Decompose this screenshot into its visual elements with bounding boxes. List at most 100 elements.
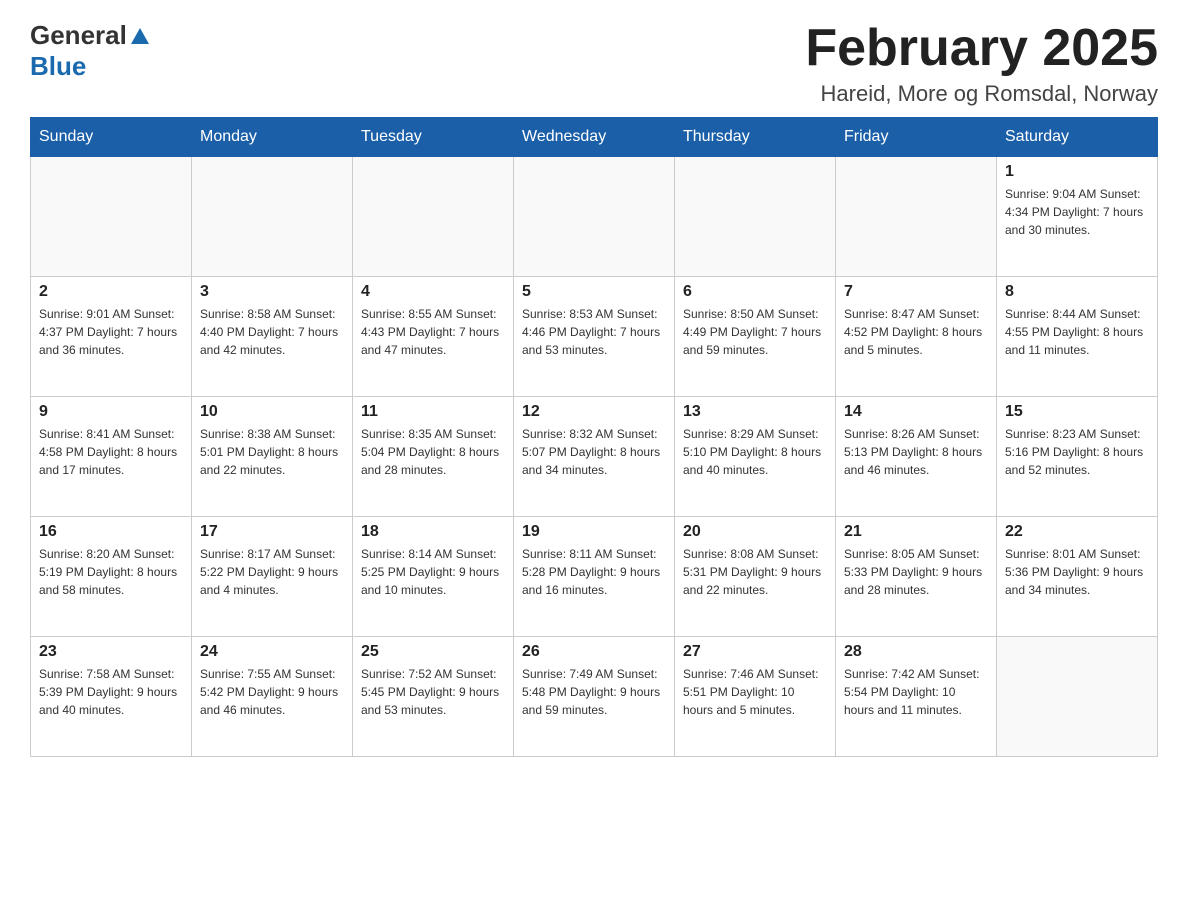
day-info: Sunrise: 7:52 AM Sunset: 5:45 PM Dayligh… (361, 665, 505, 719)
day-info: Sunrise: 8:01 AM Sunset: 5:36 PM Dayligh… (1005, 545, 1149, 599)
calendar-cell: 18 Sunrise: 8:14 AM Sunset: 5:25 PM Dayli… (353, 517, 514, 637)
calendar-cell: 5Sunrise: 8:53 AM Sunset: 4:46 PM Daylig… (514, 277, 675, 397)
calendar-cell: 17Sunrise: 8:17 AM Sunset: 5:22 PM Dayli… (192, 517, 353, 637)
day-number: 28 (844, 643, 988, 661)
calendar-table: SundayMondayTuesdayWednesdayThursdayFrid… (30, 117, 1158, 757)
day-info: Sunrise: 8:08 AM Sunset: 5:31 PM Dayligh… (683, 545, 827, 599)
calendar-cell (836, 157, 997, 277)
calendar-cell: 19 Sunrise: 8:11 AM Sunset: 5:28 PM Dayli… (514, 517, 675, 637)
day-info: Sunrise: 9:04 AM Sunset: 4:34 PM Dayligh… (1005, 185, 1149, 239)
day-info: Sunrise: 8:55 AM Sunset: 4:43 PM Dayligh… (361, 305, 505, 359)
calendar-week-0: 1 Sunrise: 9:04 AM Sunset: 4:34 PM Daylig… (31, 157, 1158, 277)
day-info: Sunrise: 8:58 AM Sunset: 4:40 PM Dayligh… (200, 305, 344, 359)
logo-text-blue: Blue (30, 51, 86, 81)
day-number: 7 (844, 283, 988, 301)
calendar-cell: 23Sunrise: 7:58 AM Sunset: 5:39 PM Dayli… (31, 637, 192, 757)
day-info: Sunrise: 9:01 AM Sunset: 4:37 PM Dayligh… (39, 305, 183, 359)
calendar-week-1: 2 Sunrise: 9:01 AM Sunset: 4:37 PM Daylig… (31, 277, 1158, 397)
day-info: Sunrise: 8:20 AM Sunset: 5:19 PM Dayligh… (39, 545, 183, 599)
day-number: 5 (522, 283, 666, 301)
calendar-cell (997, 637, 1158, 757)
day-number: 6 (683, 283, 827, 301)
day-info: Sunrise: 8:44 AM Sunset: 4:55 PM Dayligh… (1005, 305, 1149, 359)
calendar-cell: 12 Sunrise: 8:32 AM Sunset: 5:07 PM Dayli… (514, 397, 675, 517)
day-info: Sunrise: 8:14 AM Sunset: 5:25 PM Dayligh… (361, 545, 505, 599)
day-number: 21 (844, 523, 988, 541)
logo-text-general: General (30, 20, 127, 51)
calendar-cell (31, 157, 192, 277)
calendar-cell: 22 Sunrise: 8:01 AM Sunset: 5:36 PM Dayli… (997, 517, 1158, 637)
day-info: Sunrise: 8:26 AM Sunset: 5:13 PM Dayligh… (844, 425, 988, 479)
calendar-cell (675, 157, 836, 277)
day-number: 11 (361, 403, 505, 421)
day-number: 3 (200, 283, 344, 301)
day-number: 1 (1005, 163, 1149, 181)
calendar-week-3: 16 Sunrise: 8:20 AM Sunset: 5:19 PM Dayli… (31, 517, 1158, 637)
calendar-cell: 20 Sunrise: 8:08 AM Sunset: 5:31 PM Dayli… (675, 517, 836, 637)
calendar-header: SundayMondayTuesdayWednesdayThursdayFrid… (31, 118, 1158, 157)
day-number: 14 (844, 403, 988, 421)
day-number: 12 (522, 403, 666, 421)
calendar-cell: 8 Sunrise: 8:44 AM Sunset: 4:55 PM Daylig… (997, 277, 1158, 397)
calendar-cell: 13Sunrise: 8:29 AM Sunset: 5:10 PM Dayli… (675, 397, 836, 517)
calendar-cell: 9 Sunrise: 8:41 AM Sunset: 4:58 PM Daylig… (31, 397, 192, 517)
day-info: Sunrise: 7:46 AM Sunset: 5:51 PM Dayligh… (683, 665, 827, 719)
day-number: 4 (361, 283, 505, 301)
day-number: 16 (39, 523, 183, 541)
day-number: 17 (200, 523, 344, 541)
day-number: 24 (200, 643, 344, 661)
day-number: 10 (200, 403, 344, 421)
calendar-cell (192, 157, 353, 277)
calendar-cell: 4 Sunrise: 8:55 AM Sunset: 4:43 PM Daylig… (353, 277, 514, 397)
day-info: Sunrise: 8:32 AM Sunset: 5:07 PM Dayligh… (522, 425, 666, 479)
calendar-week-4: 23Sunrise: 7:58 AM Sunset: 5:39 PM Dayli… (31, 637, 1158, 757)
calendar-cell: 21Sunrise: 8:05 AM Sunset: 5:33 PM Dayli… (836, 517, 997, 637)
day-info: Sunrise: 8:11 AM Sunset: 5:28 PM Dayligh… (522, 545, 666, 599)
calendar-cell: 1 Sunrise: 9:04 AM Sunset: 4:34 PM Daylig… (997, 157, 1158, 277)
location-title: Hareid, More og Romsdal, Norway (805, 81, 1158, 107)
day-number: 18 (361, 523, 505, 541)
day-number: 26 (522, 643, 666, 661)
calendar-cell (353, 157, 514, 277)
day-number: 19 (522, 523, 666, 541)
calendar-cell: 16 Sunrise: 8:20 AM Sunset: 5:19 PM Dayli… (31, 517, 192, 637)
calendar-cell: 3 Sunrise: 8:58 AM Sunset: 4:40 PM Daylig… (192, 277, 353, 397)
day-number: 23 (39, 643, 183, 661)
day-info: Sunrise: 8:23 AM Sunset: 5:16 PM Dayligh… (1005, 425, 1149, 479)
day-info: Sunrise: 8:38 AM Sunset: 5:01 PM Dayligh… (200, 425, 344, 479)
day-info: Sunrise: 8:50 AM Sunset: 4:49 PM Dayligh… (683, 305, 827, 359)
day-number: 8 (1005, 283, 1149, 301)
day-info: Sunrise: 7:49 AM Sunset: 5:48 PM Dayligh… (522, 665, 666, 719)
month-title: February 2025 (805, 20, 1158, 77)
day-number: 9 (39, 403, 183, 421)
day-header-sunday: Sunday (31, 118, 192, 157)
day-info: Sunrise: 8:35 AM Sunset: 5:04 PM Dayligh… (361, 425, 505, 479)
calendar-cell (514, 157, 675, 277)
day-info: Sunrise: 8:41 AM Sunset: 4:58 PM Dayligh… (39, 425, 183, 479)
day-header-saturday: Saturday (997, 118, 1158, 157)
title-area: February 2025 Hareid, More og Romsdal, N… (805, 20, 1158, 107)
page-header: General Blue February 2025 Hareid, More … (30, 20, 1158, 107)
day-header-monday: Monday (192, 118, 353, 157)
calendar-cell: 27 Sunrise: 7:46 AM Sunset: 5:51 PM Dayli… (675, 637, 836, 757)
day-info: Sunrise: 7:42 AM Sunset: 5:54 PM Dayligh… (844, 665, 988, 719)
day-number: 20 (683, 523, 827, 541)
day-header-thursday: Thursday (675, 118, 836, 157)
calendar-cell: 14 Sunrise: 8:26 AM Sunset: 5:13 PM Dayli… (836, 397, 997, 517)
calendar-cell: 28 Sunrise: 7:42 AM Sunset: 5:54 PM Dayli… (836, 637, 997, 757)
day-header-friday: Friday (836, 118, 997, 157)
calendar-cell: 26 Sunrise: 7:49 AM Sunset: 5:48 PM Dayli… (514, 637, 675, 757)
day-number: 22 (1005, 523, 1149, 541)
calendar-cell: 10 Sunrise: 8:38 AM Sunset: 5:01 PM Dayli… (192, 397, 353, 517)
day-number: 27 (683, 643, 827, 661)
calendar-cell: 6 Sunrise: 8:50 AM Sunset: 4:49 PM Daylig… (675, 277, 836, 397)
calendar-cell: 2 Sunrise: 9:01 AM Sunset: 4:37 PM Daylig… (31, 277, 192, 397)
calendar-cell: 15Sunrise: 8:23 AM Sunset: 5:16 PM Dayli… (997, 397, 1158, 517)
day-info: Sunrise: 8:47 AM Sunset: 4:52 PM Dayligh… (844, 305, 988, 359)
logo: General Blue (30, 20, 151, 82)
calendar-cell: 11 Sunrise: 8:35 AM Sunset: 5:04 PM Dayli… (353, 397, 514, 517)
day-number: 2 (39, 283, 183, 301)
day-info: Sunrise: 8:29 AM Sunset: 5:10 PM Dayligh… (683, 425, 827, 479)
calendar-cell: 24Sunrise: 7:55 AM Sunset: 5:42 PM Dayli… (192, 637, 353, 757)
logo-icon (129, 26, 151, 48)
